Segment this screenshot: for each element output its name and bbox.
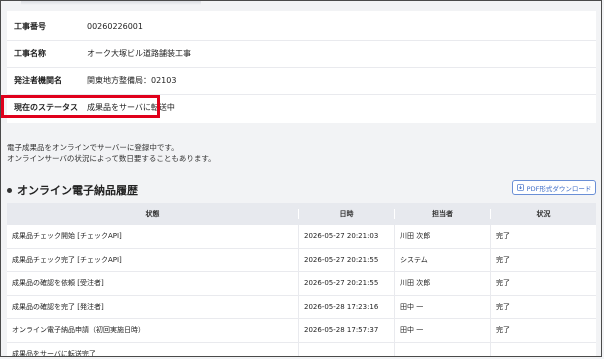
- cell-datetime: 2026-05-27 20:21:55: [299, 272, 395, 295]
- cell-state: オンライン電子納品申請（初回実施日時）: [7, 319, 299, 342]
- column-header-state: 状態: [7, 209, 299, 219]
- pdf-download-button[interactable]: PDF形式ダウンロード: [512, 180, 596, 195]
- info-row-project-name: 工事名称 オーク大塚ビル道路舗装工事: [7, 40, 596, 68]
- download-icon: [516, 184, 524, 191]
- cell-person: [395, 342, 491, 356]
- cell-status: 完了: [496, 302, 510, 311]
- cell-status: 完了: [496, 279, 510, 288]
- info-value: 関東地方整備局：02103: [87, 76, 177, 85]
- history-section-title: オンライン電子納品履歴: [7, 182, 138, 198]
- cell-person: 田中 一: [395, 295, 491, 318]
- cell-state: 成果品チェック完了 [チェックAPI]: [7, 248, 299, 271]
- column-header-status: 状況: [536, 210, 551, 218]
- cell-datetime: 2026-05-27 20:21:55: [299, 248, 395, 271]
- status-highlight-box: [1, 95, 160, 118]
- cell-datetime: 2026-05-28 17:23:16: [299, 295, 395, 318]
- cell-state: 成果品の確認を依頼 [受注者]: [7, 272, 299, 295]
- cell-person: 川田 次郎: [395, 225, 491, 248]
- cell-status: 完了: [496, 232, 510, 241]
- table-row: オンライン電子納品申請（初回実施日時） 2026-05-28 17:57:37 …: [7, 319, 596, 343]
- pdf-download-label: PDF形式ダウンロード: [526, 184, 592, 193]
- history-table: 状態 日時 担当者 状況 成果品チェック開始 [チェックAPI] 2026-05…: [7, 203, 596, 357]
- info-row-client-agency: 発注者機関名 関東地方整備局：02103: [7, 67, 596, 95]
- info-label: 工事番号: [14, 22, 46, 31]
- cell-status: 完了: [496, 326, 510, 335]
- cell-person: システム: [395, 248, 491, 271]
- scroll-shadow: [21, 1, 201, 5]
- cell-state: 成果品チェック開始 [チェックAPI]: [7, 225, 299, 248]
- table-row: 成果品チェック完了 [チェックAPI] 2026-05-27 20:21:55 …: [7, 248, 596, 272]
- cell-status: 完了: [496, 255, 510, 264]
- info-row-project-number: 工事番号 00260226001: [7, 13, 596, 41]
- info-label: 発注者機関名: [14, 76, 62, 85]
- info-value: オーク大塚ビル道路舗装工事: [87, 49, 191, 58]
- table-row: 成果品の確認を完了 [発注者] 2026-05-28 17:23:16 田中 一…: [7, 295, 596, 319]
- history-title-text: オンライン電子納品履歴: [17, 184, 138, 197]
- table-row: 成果品をサーバに転送完了: [7, 342, 596, 357]
- cell-person: 田中 一: [395, 319, 491, 342]
- cell-person: 川田 次郎: [395, 272, 491, 295]
- page-frame: 工事番号 00260226001 工事名称 オーク大塚ビル道路舗装工事 発注者機…: [0, 0, 602, 357]
- cell-datetime: [299, 342, 395, 356]
- registration-message: 電子成果品をオンラインでサーバーに登録中です。: [7, 143, 179, 152]
- cell-datetime: 2026-05-27 20:21:03: [299, 225, 395, 248]
- info-value: 00260226001: [87, 22, 143, 31]
- column-header-person: 担当者: [395, 209, 491, 219]
- cell-status: [491, 343, 596, 357]
- registration-note: オンラインサーバの状況によって数日要することもあります。: [7, 154, 216, 163]
- table-header: 状態 日時 担当者 状況: [7, 203, 596, 225]
- bullet-icon: [7, 187, 12, 193]
- column-header-datetime: 日時: [299, 209, 395, 219]
- cell-state: 成果品の確認を完了 [発注者]: [7, 295, 299, 318]
- info-label: 工事名称: [14, 49, 46, 58]
- table-row: 成果品チェック開始 [チェックAPI] 2026-05-27 20:21:03 …: [7, 225, 596, 249]
- table-row: 成果品の確認を依頼 [受注者] 2026-05-27 20:21:55 川田 次…: [7, 272, 596, 296]
- cell-state: 成果品をサーバに転送完了: [7, 342, 299, 356]
- cell-datetime: 2026-05-28 17:57:37: [299, 319, 395, 342]
